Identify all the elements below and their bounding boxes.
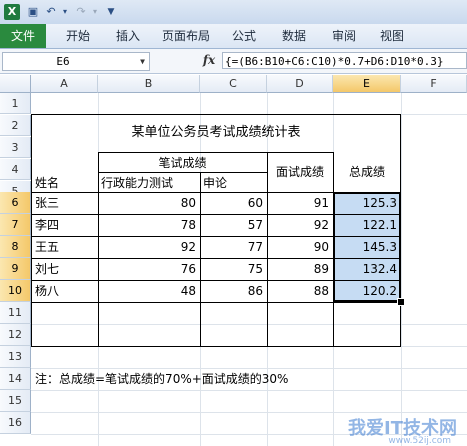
active-selection-border — [333, 192, 401, 302]
header-essay[interactable]: 申论 — [203, 173, 263, 194]
row-header-4[interactable]: 4 — [0, 159, 31, 180]
table-row-interview[interactable]: 92 — [267, 215, 333, 236]
sheet-title: 某单位公务员考试成绩统计表 — [131, 125, 301, 140]
row-header-7[interactable]: 7 — [0, 214, 31, 236]
row-header-14[interactable]: 14 — [0, 368, 31, 390]
row-header-8[interactable]: 8 — [0, 236, 31, 258]
fill-handle[interactable] — [397, 298, 405, 306]
tab-page-layout[interactable]: 页面布局 — [158, 24, 214, 48]
row-header-11[interactable]: 11 — [0, 302, 31, 324]
tab-review[interactable]: 审阅 — [326, 24, 362, 48]
customize-toolbar-icon[interactable]: ▼ — [104, 5, 118, 19]
table-row-essay[interactable]: 75 — [200, 259, 267, 280]
select-all-corner[interactable] — [0, 75, 31, 93]
column-header-e[interactable]: E — [333, 75, 401, 93]
footnote[interactable]: 注：总成绩=笔试成绩的70%+面试成绩的30% — [35, 369, 395, 390]
chevron-down-icon[interactable]: ▼ — [140, 53, 145, 70]
gridline — [31, 324, 467, 325]
row-header-10[interactable]: 10 — [0, 280, 31, 302]
gridline — [401, 93, 402, 446]
header-name[interactable]: 姓名 — [35, 173, 95, 194]
redo-dropdown-icon[interactable]: ▾ — [88, 5, 102, 19]
watermark-url: www.52ij.com — [388, 436, 451, 446]
insert-function-icon[interactable]: fx — [200, 52, 218, 69]
table-row-interview[interactable]: 88 — [267, 281, 333, 302]
redo-icon[interactable]: ↷ — [74, 5, 88, 19]
name-box-value: E6 — [56, 55, 70, 68]
undo-dropdown-icon[interactable]: ▾ — [58, 5, 72, 19]
column-header-d[interactable]: D — [267, 75, 333, 93]
column-header-c[interactable]: C — [200, 75, 267, 93]
table-row-name[interactable]: 张三 — [35, 193, 95, 214]
table-row-interview[interactable]: 89 — [267, 259, 333, 280]
table-row-admin[interactable]: 48 — [98, 281, 200, 302]
tab-data[interactable]: 数据 — [276, 24, 312, 48]
undo-icon[interactable]: ↶ — [44, 5, 58, 19]
gridline — [31, 390, 467, 391]
formula-input[interactable]: {=(B6:B10+C6:C10)*0.7+D6:D10*0.3} — [222, 52, 467, 69]
tab-formulas[interactable]: 公式 — [226, 24, 262, 48]
table-row-essay[interactable]: 86 — [200, 281, 267, 302]
excel-logo-icon: X — [4, 4, 20, 20]
table-border — [31, 302, 401, 303]
name-box[interactable]: E6 ▼ — [2, 52, 150, 71]
row-header-3[interactable]: 3 — [0, 137, 31, 158]
table-border — [98, 172, 267, 173]
header-total-score[interactable]: 总成绩 — [333, 162, 401, 183]
table-row-admin[interactable]: 78 — [98, 215, 200, 236]
row-header-9[interactable]: 9 — [0, 258, 31, 280]
row-header-13[interactable]: 13 — [0, 346, 31, 368]
row-header-16[interactable]: 16 — [0, 412, 31, 434]
column-header-b[interactable]: B — [98, 75, 200, 93]
table-row-essay[interactable]: 60 — [200, 193, 267, 214]
row-header-12[interactable]: 12 — [0, 324, 31, 346]
table-row-admin[interactable]: 76 — [98, 259, 200, 280]
row-header-1[interactable]: 1 — [0, 93, 31, 114]
header-written-score[interactable]: 笔试成绩 — [98, 153, 267, 174]
table-row-name[interactable]: 杨八 — [35, 281, 95, 302]
table-border — [31, 114, 32, 346]
table-row-name[interactable]: 刘七 — [35, 259, 95, 280]
tab-view[interactable]: 视图 — [374, 24, 410, 48]
table-border — [31, 346, 401, 347]
table-row-name[interactable]: 李四 — [35, 215, 95, 236]
row-header-15[interactable]: 15 — [0, 390, 31, 412]
table-row-admin[interactable]: 80 — [98, 193, 200, 214]
header-admin-test[interactable]: 行政能力测试 — [101, 173, 197, 194]
row-header-2[interactable]: 2 — [0, 115, 31, 136]
tab-file[interactable]: 文件 — [0, 24, 46, 48]
table-row-interview[interactable]: 90 — [267, 237, 333, 258]
table-row-admin[interactable]: 92 — [98, 237, 200, 258]
table-border — [31, 114, 401, 115]
table-row-name[interactable]: 王五 — [35, 237, 95, 258]
gridline — [31, 412, 467, 413]
tab-insert[interactable]: 插入 — [110, 24, 146, 48]
row-header-6[interactable]: 6 — [0, 192, 31, 214]
column-header-a[interactable]: A — [31, 75, 98, 93]
save-icon[interactable]: ▣ — [26, 5, 40, 19]
header-interview-score[interactable]: 面试成绩 — [267, 162, 333, 183]
table-row-essay[interactable]: 77 — [200, 237, 267, 258]
column-header-f[interactable]: F — [401, 75, 467, 93]
table-row-interview[interactable]: 91 — [267, 193, 333, 214]
tab-home[interactable]: 开始 — [60, 24, 96, 48]
table-row-essay[interactable]: 57 — [200, 215, 267, 236]
